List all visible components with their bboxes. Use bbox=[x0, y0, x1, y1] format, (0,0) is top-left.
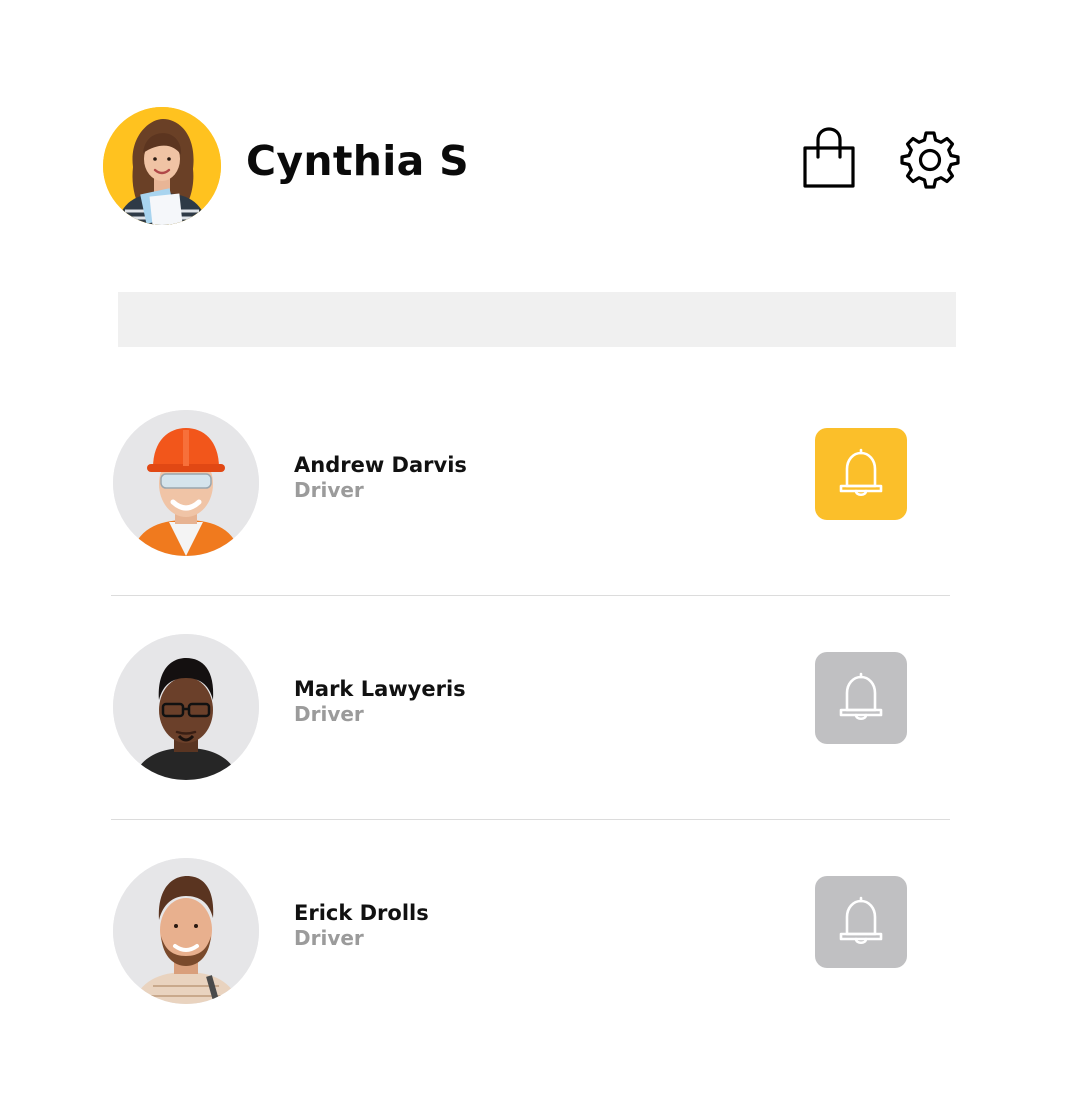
driver-name: Erick Drolls bbox=[294, 901, 429, 925]
driver-role: Driver bbox=[294, 702, 364, 726]
driver-name: Mark Lawyeris bbox=[294, 677, 466, 701]
driver-list-item[interactable]: Andrew Darvis Driver bbox=[110, 408, 950, 558]
driver-role: Driver bbox=[294, 926, 364, 950]
profile-photo bbox=[103, 107, 221, 225]
notification-button[interactable] bbox=[815, 428, 907, 520]
search-input[interactable] bbox=[118, 292, 956, 347]
driver-photo bbox=[113, 634, 259, 780]
driver-avatar bbox=[113, 634, 259, 780]
bell-icon bbox=[839, 896, 883, 945]
settings-button[interactable] bbox=[900, 129, 960, 189]
driver-role: Driver bbox=[294, 478, 364, 502]
divider bbox=[111, 595, 950, 596]
shopping-bag-icon bbox=[803, 127, 855, 188]
driver-photo bbox=[113, 858, 259, 1004]
driver-avatar bbox=[113, 858, 259, 1004]
user-name: Cynthia S bbox=[246, 137, 470, 185]
notification-button[interactable] bbox=[815, 652, 907, 744]
bell-icon bbox=[839, 672, 883, 721]
driver-list-item[interactable]: Mark Lawyeris Driver bbox=[110, 632, 950, 782]
gear-icon bbox=[900, 131, 960, 189]
driver-name: Andrew Darvis bbox=[294, 453, 467, 477]
profile-avatar[interactable] bbox=[103, 107, 221, 225]
driver-photo bbox=[113, 410, 259, 556]
notification-button[interactable] bbox=[815, 876, 907, 968]
driver-list-item[interactable]: Erick Drolls Driver bbox=[110, 856, 950, 1006]
shopping-bag-button[interactable] bbox=[800, 126, 858, 190]
driver-avatar bbox=[113, 410, 259, 556]
bell-icon bbox=[839, 448, 883, 497]
divider bbox=[111, 819, 950, 820]
